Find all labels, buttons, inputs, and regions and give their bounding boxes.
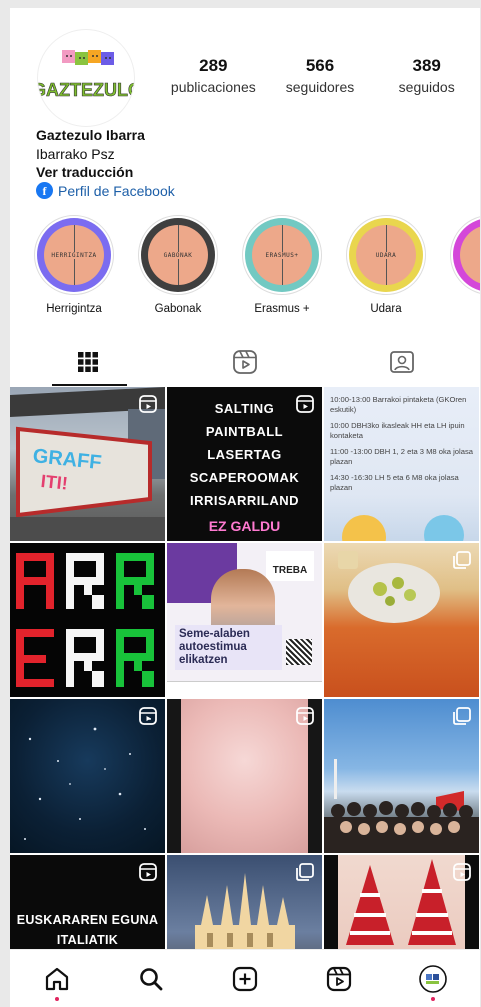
highlight-cover-text: ERASMUS+	[264, 251, 300, 259]
highlight-label: Erasmus +	[254, 303, 310, 315]
notification-dot	[55, 997, 59, 1001]
story-highlights: HERRIGINTZA Herrigintza GABONAK Gabonak …	[10, 215, 480, 325]
poster-footer-logos	[167, 681, 322, 697]
qr-code	[286, 639, 312, 665]
stat-posts-label: publicaciones	[170, 79, 256, 95]
reel-badge-icon	[296, 707, 314, 725]
profile-stats: 289 publicaciones 566 seguidores 389 seg…	[160, 56, 480, 95]
stat-following-label: seguidos	[398, 79, 455, 95]
reel-badge-icon	[139, 863, 157, 881]
facebook-link-label: Perfil de Facebook	[58, 182, 175, 199]
svg-text:GAZTEZULO: GAZTEZULO	[38, 80, 135, 100]
tagged-user-icon	[389, 351, 414, 373]
notification-dot	[431, 997, 435, 1001]
reel-badge-icon	[453, 863, 471, 881]
stat-followers-count: 566	[305, 56, 335, 75]
carousel-badge-icon	[296, 863, 314, 881]
stat-posts-count: 289	[199, 56, 228, 75]
profile-category: Ibarrako Psz	[36, 145, 115, 162]
facebook-profile-link[interactable]: f Perfil de Facebook	[36, 182, 175, 201]
highlight-erasmus[interactable]: ERASMUS+ Erasmus +	[237, 215, 327, 315]
stat-following[interactable]: 389 seguidos	[373, 56, 480, 95]
post-arr-err[interactable]	[10, 543, 165, 697]
nav-home[interactable]	[10, 950, 104, 1007]
highlight-partial[interactable]	[445, 215, 480, 295]
add-post-icon	[232, 966, 258, 991]
post-pink-blur[interactable]	[167, 699, 322, 853]
stat-following-count: 389	[412, 56, 441, 75]
treba-logo: TREBA	[266, 551, 314, 581]
profile-screen: GAZTEZULO 289 publicaciones 566 seguidor…	[10, 8, 480, 1007]
post-graffiti[interactable]: GRAFF ITI!	[10, 387, 165, 541]
highlight-cover-text: GABONAK	[162, 251, 194, 259]
post-title-line: ITALIATIK	[56, 933, 119, 947]
highlight-cover-text: HERRIGINTZA	[50, 251, 98, 259]
profile-bio: Gaztezulo Ibarra Ibarrako Psz Ver traduc…	[36, 126, 175, 200]
reels-icon	[233, 350, 257, 374]
reel-badge-icon	[139, 707, 157, 725]
activity-line: IRRISARRILAND	[189, 493, 300, 508]
stat-followers[interactable]: 566 seguidores	[267, 56, 374, 95]
see-translation-link[interactable]: Ver traducción	[36, 163, 175, 182]
grid-icon	[78, 352, 99, 372]
tab-tagged[interactable]	[323, 338, 480, 386]
profile-tabs	[10, 338, 480, 386]
highlight-udara[interactable]: UDARA Udara	[341, 215, 431, 315]
highlight-label: Herrigintza	[46, 303, 102, 315]
gaztezulo-logo: GAZTEZULO	[38, 50, 135, 100]
stat-followers-label: seguidores	[285, 79, 355, 95]
pixel-letters-graphic	[16, 553, 154, 687]
schedule-illustration	[342, 515, 464, 541]
post-footer-text: EZ GALDU	[208, 518, 281, 534]
reels-icon	[326, 966, 352, 991]
post-title-line: EUSKARAREN EGUNA	[16, 913, 159, 927]
tab-reels[interactable]	[167, 338, 324, 386]
activity-line: PAINTBALL	[205, 424, 284, 439]
display-name: Gaztezulo Ibarra	[36, 127, 145, 143]
highlight-herrigintza[interactable]: HERRIGINTZA Herrigintza	[29, 215, 119, 315]
reel-badge-icon	[296, 395, 314, 413]
nav-create[interactable]	[198, 950, 292, 1007]
stat-posts[interactable]: 289 publicaciones	[160, 56, 267, 95]
post-night-sky[interactable]	[10, 699, 165, 853]
post-food[interactable]	[324, 543, 479, 697]
profile-avatar[interactable]: GAZTEZULO	[37, 29, 135, 127]
nav-reels[interactable]	[292, 950, 386, 1007]
highlight-cover-text: UDARA	[374, 251, 398, 259]
activity-line: SCAPEROOMAK	[189, 470, 300, 485]
search-icon	[140, 967, 163, 990]
home-icon	[45, 967, 69, 990]
post-thumbnail	[181, 699, 308, 853]
post-group-photo[interactable]	[324, 699, 479, 853]
facebook-icon: f	[36, 182, 53, 200]
poster-title: Seme-alaben autoestimua elikatzen	[175, 625, 282, 670]
highlight-gabonak[interactable]: GABONAK Gabonak	[133, 215, 223, 315]
svg-text:ITI!: ITI!	[40, 471, 69, 494]
tab-posts-grid[interactable]	[10, 338, 167, 386]
post-activities-list[interactable]: SALTING PAINTBALL LASERTAG SCAPEROOMAK I…	[167, 387, 322, 541]
post-treba-poster[interactable]: TREBA Seme-alaben autoestimua elikatzen	[167, 543, 322, 697]
carousel-badge-icon	[453, 551, 471, 569]
highlight-label: Gabonak	[154, 303, 202, 315]
nav-search[interactable]	[104, 950, 198, 1007]
reel-badge-icon	[139, 395, 157, 413]
bottom-navigation	[10, 949, 480, 1007]
post-schedule[interactable]: 10:00-13:00 Barrakoi pintaketa (GKOren e…	[324, 387, 479, 541]
posts-grid: GRAFF ITI! SALTING PAINTBALL LASERTAG SC…	[10, 387, 480, 1007]
activity-line: LASERTAG	[207, 447, 282, 462]
nav-profile[interactable]	[386, 950, 480, 1007]
carousel-badge-icon	[453, 707, 471, 725]
highlight-label: Udara	[370, 303, 402, 315]
profile-avatar-icon	[419, 964, 447, 993]
